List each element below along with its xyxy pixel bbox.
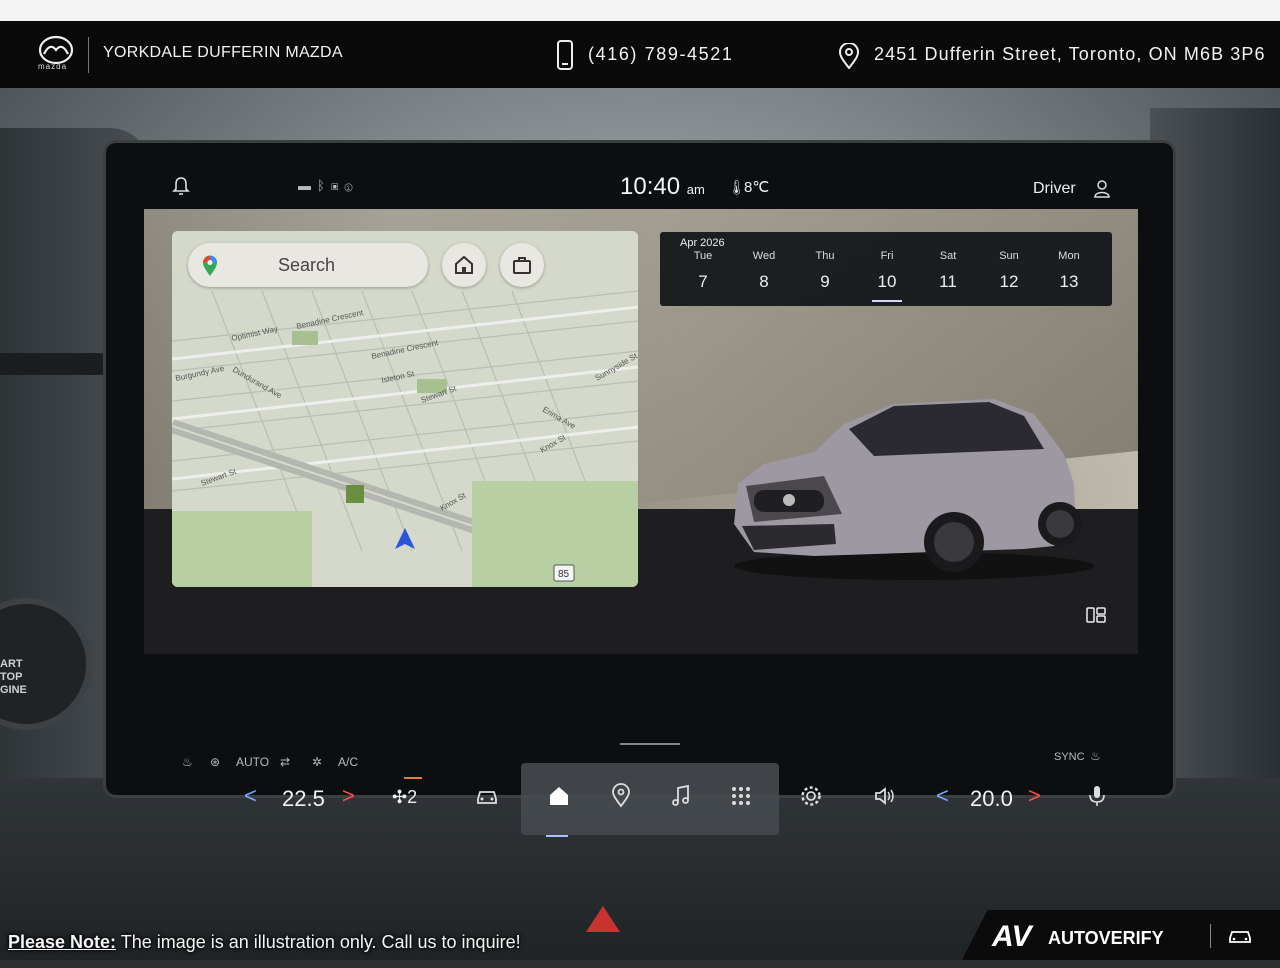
status-icons: ▬ᛒ▣ⓘ [298, 178, 358, 193]
settings-gear-icon[interactable] [798, 783, 824, 809]
map-work-button[interactable] [500, 243, 544, 287]
air-vent [0, 353, 110, 375]
infotainment-screen: ▬ᛒ▣ⓘ 10:40 am 🌡 8℃ Driver 85 Optimist Wa… [106, 143, 1173, 837]
header-divider [88, 37, 89, 73]
dealer-header: mazda YORKDALE DUFFERIN MAZDA (416) 789-… [0, 21, 1280, 88]
fan-speed-button[interactable]: ✣2 [392, 787, 417, 808]
calendar-widget[interactable]: Apr 2026 Tue 7 Wed 8 Thu 9 Fri 10 Sat 11 Sun 1… [660, 232, 1112, 306]
clock-ampm: am [686, 182, 705, 197]
navigation-pin-icon[interactable] [608, 783, 634, 809]
microphone-icon[interactable] [1084, 783, 1110, 809]
home-icon[interactable] [546, 783, 572, 809]
engine-start-label: ART TOP GINE [0, 658, 27, 696]
active-app-indicator [546, 835, 568, 837]
sync-label[interactable]: SYNC [1054, 751, 1085, 763]
calendar-day[interactable]: Thu 9 [800, 250, 850, 292]
sim-icon: ▣ [330, 178, 345, 193]
driver-profile-label[interactable]: Driver [1033, 180, 1076, 198]
calendar-day[interactable]: Sun 12 [984, 250, 1034, 292]
vehicle-image [734, 399, 1094, 580]
calendar-day[interactable]: Tue 7 [678, 250, 728, 292]
right-temperature: 20.0 [970, 786, 1013, 811]
briefcase-icon [513, 257, 531, 274]
phone-icon [557, 40, 573, 70]
left-temperature: 22.5 [282, 786, 325, 811]
home-icon [455, 255, 473, 274]
autoverify-logo-icon: AV [992, 920, 1032, 953]
autoverify-name: AUTOVERIFY [1048, 928, 1164, 948]
person-icon[interactable] [1094, 180, 1110, 198]
music-icon[interactable] [668, 783, 694, 809]
fan-indicator [404, 777, 422, 779]
widget-layout-icon[interactable] [1086, 607, 1106, 623]
map-search-bar[interactable]: Search [188, 243, 428, 287]
autoverify-badge[interactable]: AV AUTOVERIFY [962, 910, 1280, 960]
map-widget[interactable]: 85 Optimist Way Benadine Crescent Benadi… [172, 231, 638, 587]
calendar-month: Apr 2026 [680, 237, 725, 249]
mazda-logo-text: mazda [38, 62, 68, 71]
apps-grid-icon[interactable] [728, 783, 754, 809]
disclaimer-text: The image is an illustration only. Call … [116, 932, 521, 952]
status-bar: ▬ᛒ▣ⓘ 10:40 am 🌡 8℃ Driver [106, 143, 1173, 209]
clock: 10:40 am [620, 173, 705, 200]
hazard-button-icon [586, 906, 620, 932]
message-icon: ▬ [298, 178, 317, 193]
disclaimer-label: Please Note: [8, 932, 117, 952]
right-temp-down-button[interactable]: < [936, 783, 949, 809]
panel-drag-handle[interactable] [620, 743, 680, 745]
calendar-day-selected[interactable]: Fri 10 [862, 250, 912, 292]
bell-icon[interactable] [172, 176, 190, 196]
volume-icon[interactable] [872, 783, 898, 809]
bottom-control-bar: < 22.5 > ✣2 < 20.0 > [106, 767, 1173, 837]
calendar-day[interactable]: Mon 13 [1044, 250, 1094, 292]
car-icon[interactable] [1228, 928, 1252, 944]
left-temp-down-button[interactable]: < [244, 783, 257, 809]
passenger-seat-heat-icon[interactable]: ♨ [1090, 749, 1101, 763]
calendar-day[interactable]: Sat 11 [923, 250, 973, 292]
map-home-button[interactable] [442, 243, 486, 287]
disclaimer-note: Please Note: The image is an illustratio… [0, 928, 529, 968]
dashboard-photo: ART TOP GINE ▬ᛒ▣ⓘ 10:40 am 🌡 8℃ Driver 8… [0, 88, 1280, 960]
right-temp-up-button[interactable]: > [1028, 783, 1041, 809]
badge-divider [1210, 924, 1211, 948]
top-margin [0, 0, 1280, 21]
dealer-name[interactable]: YORKDALE DUFFERIN MAZDA [103, 44, 343, 62]
map-search-placeholder: Search [278, 255, 336, 275]
home-widget-area: 85 Optimist Way Benadine Crescent Benadi… [144, 209, 1138, 654]
selected-day-indicator [872, 300, 902, 302]
car-icon[interactable] [474, 783, 500, 809]
left-temp-up-button[interactable]: > [342, 783, 355, 809]
google-maps-icon [203, 255, 217, 276]
alert-icon: ⓘ [344, 178, 359, 193]
dealer-address[interactable]: 2451 Dufferin Street, Toronto, ON M6B 3P… [874, 44, 1266, 65]
fan-speed-value: 2 [407, 787, 418, 807]
location-pin-icon [838, 43, 860, 69]
outside-temperature: 8℃ [744, 179, 770, 196]
map-route-number: 85 [558, 569, 570, 580]
bluetooth-icon: ᛒ [317, 178, 331, 193]
dealer-phone[interactable]: (416) 789-4521 [588, 44, 734, 65]
calendar-day[interactable]: Wed 8 [739, 250, 789, 292]
